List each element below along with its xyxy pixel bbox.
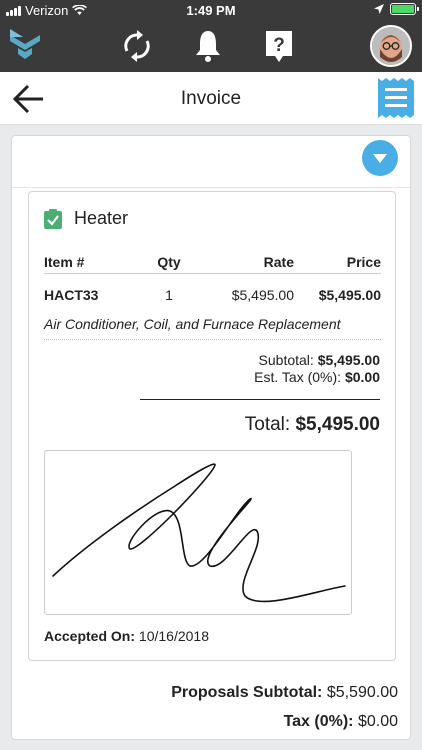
chevron-down-icon (373, 153, 387, 163)
item-rate: $5,495.00 (231, 287, 294, 303)
accepted-date: 10/16/2018 (138, 628, 209, 644)
card-header (12, 136, 410, 188)
column-header: Price (346, 253, 381, 270)
total: Total: $5,495.00 (245, 414, 380, 436)
subtotals: Subtotal: $5,495.00 Est. Tax (0%): $0.00 (254, 352, 380, 386)
help-icon[interactable]: ? (264, 29, 294, 65)
tax-value: $0.00 (344, 369, 380, 385)
bell-icon[interactable] (194, 29, 222, 63)
status-right (374, 3, 419, 15)
total-label: Total: (244, 414, 291, 435)
status-bar: Verizon 1:49 PM (0, 0, 422, 21)
accepted-on: Accepted On: 10/16/2018 (44, 628, 209, 644)
signature-box[interactable] (44, 450, 352, 615)
section-title: Heater (74, 208, 129, 228)
clipboard-check-icon (44, 208, 62, 229)
invoice-card: Heater Item # Qty Rate Price HACT33 1 $5… (11, 135, 411, 740)
logo-icon (10, 29, 40, 59)
page-title: Invoice (180, 88, 242, 109)
proposals-totals: Proposals Subtotal: $5,590.00 Tax (0%): … (171, 678, 398, 736)
page-header: Invoice (0, 72, 422, 125)
item-price: $5,495.00 (318, 287, 381, 303)
proposal-section: Heater Item # Qty Rate Price HACT33 1 $5… (28, 191, 396, 661)
svg-text:?: ? (273, 35, 285, 56)
divider (140, 399, 380, 400)
battery-icon (390, 3, 419, 15)
sync-icon[interactable] (122, 29, 152, 63)
subtotal-label: Subtotal: (258, 352, 314, 368)
proposals-subtotal-label: Proposals Subtotal: (171, 684, 323, 701)
total-value: $5,495.00 (295, 414, 380, 435)
location-icon (374, 4, 384, 14)
item-number: HACT33 (44, 287, 99, 303)
avatar[interactable] (370, 25, 412, 67)
accepted-label: Accepted On: (44, 628, 136, 644)
dropdown-button[interactable] (362, 140, 398, 176)
proposals-subtotal-value: $5,590.00 (326, 684, 398, 701)
column-header: Rate (263, 253, 294, 270)
receipt-icon[interactable] (378, 78, 414, 118)
proposals-tax-value: $0.00 (357, 713, 398, 730)
proposals-tax-label: Tax (0%): (283, 713, 354, 730)
table-row: HACT33 1 $5,495.00 $5,495.00 (44, 274, 381, 316)
items-table: Item # Qty Rate Price HACT33 1 $5,495.00… (44, 250, 381, 340)
signature (52, 463, 346, 603)
section-heading: Heater (44, 208, 128, 229)
subtotal-value: $5,495.00 (317, 352, 380, 368)
item-qty: 1 (165, 287, 173, 303)
table-header: Item # Qty Rate Price (44, 250, 381, 274)
top-toolbar: ? (0, 21, 422, 72)
status-time: 1:49 PM (186, 3, 236, 18)
column-header: Qty (157, 253, 181, 270)
column-header: Item # (44, 253, 85, 270)
tax-label: Est. Tax (0%): (254, 369, 342, 385)
item-description: Air Conditioner, Coil, and Furnace Repla… (44, 316, 381, 340)
